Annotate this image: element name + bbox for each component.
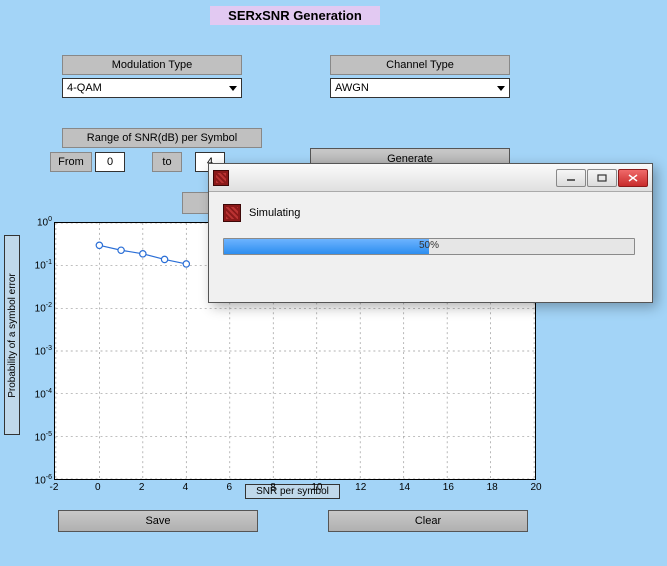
dialog-status-text: Simulating — [249, 207, 300, 219]
dialog-titlebar[interactable] — [209, 164, 652, 192]
progress-bar: 50% — [223, 238, 635, 255]
chart-xtick: 4 — [175, 482, 195, 493]
chart-xtick: 16 — [438, 482, 458, 493]
chart-xtick: 0 — [88, 482, 108, 493]
chart-xtick: 8 — [263, 482, 283, 493]
chart-ylabel-box: Probability of a symbol error — [4, 235, 20, 435]
chart-ytick: 10-1 — [24, 259, 52, 271]
snr-to-label: to — [152, 152, 182, 172]
chart-xtick: -2 — [44, 482, 64, 493]
chart-xtick: 12 — [351, 482, 371, 493]
chart-ytick: 10-2 — [24, 302, 52, 314]
modulation-type-value: 4-QAM — [67, 82, 102, 94]
chart-xtick: 2 — [132, 482, 152, 493]
dialog-body: Simulating 50% — [209, 192, 652, 267]
chevron-down-icon — [229, 86, 237, 91]
page-title: SERxSNR Generation — [210, 6, 380, 25]
window-buttons — [556, 169, 648, 187]
close-button[interactable] — [618, 169, 648, 187]
chart-ylabel: Probability of a symbol error — [7, 273, 18, 398]
modulation-type-select[interactable]: 4-QAM — [62, 78, 242, 98]
progress-text: 50% — [224, 240, 634, 251]
status-icon — [223, 204, 241, 222]
chart-xtick: 10 — [307, 482, 327, 493]
app-icon — [213, 170, 229, 186]
snr-from-label: From — [50, 152, 92, 172]
app-window: SERxSNR Generation Modulation Type 4-QAM… — [0, 0, 667, 566]
snr-range-label: Range of SNR(dB) per Symbol — [62, 128, 262, 148]
modulation-type-label: Modulation Type — [62, 55, 242, 75]
channel-type-select[interactable]: AWGN — [330, 78, 510, 98]
chart-xtick: 18 — [482, 482, 502, 493]
chart-xtick: 6 — [219, 482, 239, 493]
channel-type-value: AWGN — [335, 82, 369, 94]
chevron-down-icon — [497, 86, 505, 91]
minimize-button[interactable] — [556, 169, 586, 187]
channel-type-label: Channel Type — [330, 55, 510, 75]
save-button[interactable]: Save — [58, 510, 258, 532]
chart-xtick: 14 — [395, 482, 415, 493]
chart-xtick: 20 — [526, 482, 546, 493]
clear-button[interactable]: Clear — [328, 510, 528, 532]
progress-dialog: Simulating 50% — [208, 163, 653, 303]
maximize-button[interactable] — [587, 169, 617, 187]
chart-ytick: 10-4 — [24, 388, 52, 400]
snr-from-input[interactable]: 0 — [95, 152, 125, 172]
chart-ytick: 10-5 — [24, 431, 52, 443]
chart-ytick: 10-3 — [24, 345, 52, 357]
chart-ytick: 100 — [24, 216, 52, 228]
